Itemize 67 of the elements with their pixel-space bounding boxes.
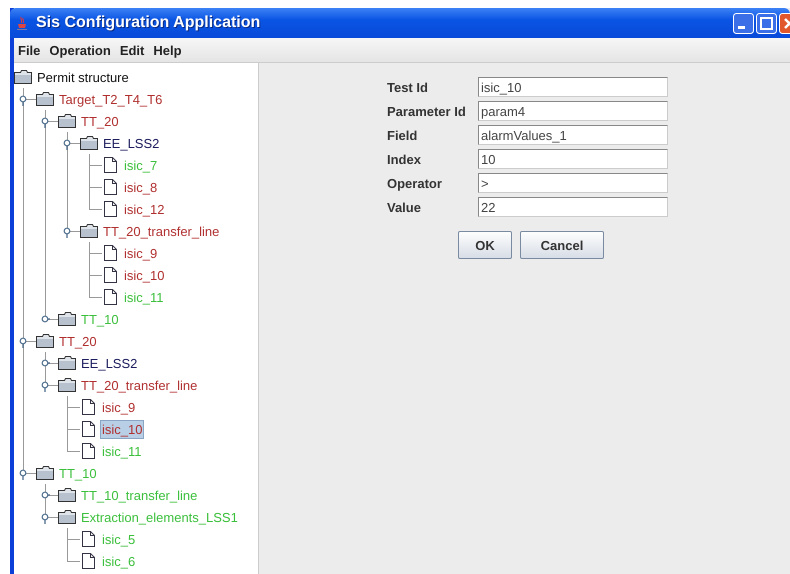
field-label: Value <box>387 200 422 214</box>
document-icon <box>104 245 117 261</box>
input-field[interactable]: 22 <box>478 197 668 217</box>
tree-node-label[interactable]: isic_12 <box>122 200 166 218</box>
tree-node-label[interactable]: isic_8 <box>122 178 160 196</box>
expanded-handle-icon[interactable] <box>63 227 72 238</box>
tree-node-label[interactable]: TT_20_transfer_line <box>101 222 222 240</box>
tree-node-label[interactable]: isic_10 <box>122 266 166 284</box>
minimize-button[interactable] <box>733 12 754 34</box>
input-field[interactable]: param4 <box>478 101 668 121</box>
field-label: Index <box>387 152 422 166</box>
expanded-handle-icon[interactable] <box>41 513 50 524</box>
document-icon <box>104 201 117 217</box>
expanded-handle-icon[interactable] <box>19 469 28 480</box>
document-icon <box>82 443 95 459</box>
folder-icon <box>58 312 76 326</box>
maximize-button[interactable] <box>756 12 777 34</box>
tree-node-label[interactable]: isic_10 <box>100 420 144 438</box>
dialog-button[interactable]: Cancel <box>520 231 604 259</box>
folder-icon <box>36 334 54 348</box>
folder-icon <box>58 488 76 502</box>
menu-item[interactable]: Edit <box>120 42 144 58</box>
folder-icon <box>36 466 54 480</box>
field-label: Parameter Id <box>387 104 467 118</box>
document-icon <box>82 531 95 547</box>
coffee-cup-icon <box>14 15 30 31</box>
dialog-button[interactable]: OK <box>458 231 512 259</box>
field-label: Operator <box>387 176 443 190</box>
document-icon <box>82 553 95 569</box>
document-icon <box>82 399 95 415</box>
expanded-handle-icon[interactable] <box>19 337 28 348</box>
folder-icon <box>58 114 76 128</box>
tree-node-label[interactable]: EE_LSS2 <box>79 354 140 372</box>
folder-icon <box>58 510 76 524</box>
menu-item[interactable]: Help <box>153 42 182 58</box>
input-field[interactable]: alarmValues_1 <box>478 125 668 145</box>
expanded-handle-icon[interactable] <box>19 95 28 106</box>
tree-node-label[interactable]: TT_20_transfer_line <box>79 376 200 394</box>
tree-node-label[interactable]: TT_20 <box>57 332 99 350</box>
menu-item[interactable]: Operation <box>49 42 111 58</box>
input-field[interactable]: isic_10 <box>478 77 668 97</box>
document-icon <box>104 267 117 283</box>
tree-node-label[interactable]: Target_T2_T4_T6 <box>57 90 164 108</box>
folder-icon <box>80 224 98 238</box>
tree-node-label[interactable]: TT_20 <box>79 112 121 130</box>
folder-icon <box>80 136 98 150</box>
tree-node-label[interactable]: isic_9 <box>100 398 138 416</box>
field-label: Test Id <box>387 80 429 94</box>
tree-node-label[interactable]: Permit structure <box>35 68 131 86</box>
folder-icon <box>14 70 32 84</box>
document-icon <box>104 157 117 173</box>
expanded-handle-icon[interactable] <box>41 381 50 392</box>
tree-node-label[interactable]: EE_LSS2 <box>101 134 162 152</box>
folder-icon <box>58 356 76 370</box>
folder-icon <box>36 92 54 106</box>
expanded-handle-icon[interactable] <box>63 139 72 150</box>
window-title: Sis Configuration Application <box>36 14 260 32</box>
folder-icon <box>58 378 76 392</box>
field-label: Field <box>387 128 418 142</box>
document-icon <box>82 421 95 437</box>
input-field[interactable]: > <box>478 173 668 193</box>
document-icon <box>104 179 117 195</box>
document-icon <box>104 289 117 305</box>
expanded-handle-icon[interactable] <box>41 117 50 128</box>
tree-node-label[interactable]: isic_9 <box>122 244 160 262</box>
menu-item[interactable]: File <box>18 42 40 58</box>
input-field[interactable]: 10 <box>478 149 668 169</box>
